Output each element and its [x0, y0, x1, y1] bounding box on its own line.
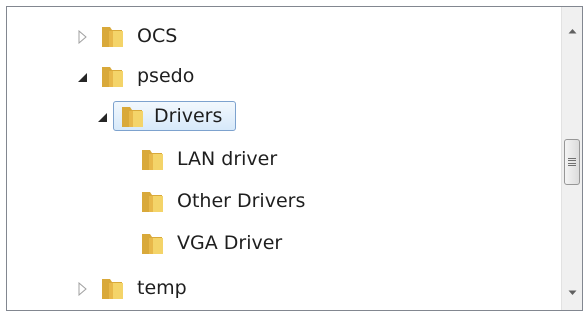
folder-icon [99, 24, 125, 50]
folder-icon [99, 64, 125, 90]
tree-node-label[interactable]: temp [132, 273, 192, 303]
scroll-up-button[interactable] [562, 17, 582, 39]
scroll-down-button[interactable] [562, 279, 582, 301]
arrow-up-icon [568, 19, 577, 38]
collapsed-expander-icon[interactable] [77, 30, 89, 44]
folder-icon [139, 147, 165, 173]
grip-icon [568, 157, 576, 167]
collapsed-expander-icon[interactable] [77, 282, 89, 296]
folder-icon [99, 276, 125, 302]
folder-icon [139, 189, 165, 215]
tree-node-label[interactable]: LAN driver [172, 144, 282, 174]
folder-icon [139, 231, 165, 257]
expanded-expander-icon[interactable] [97, 110, 109, 124]
scroll-thumb[interactable] [564, 139, 580, 185]
vertical-scrollbar[interactable] [561, 7, 582, 310]
folder-icon [119, 104, 145, 130]
folder-tree-view[interactable]: OCS psedo Drivers LAN driver Other Drive… [6, 6, 583, 311]
expanded-expander-icon[interactable] [77, 70, 89, 84]
tree-node-label[interactable]: OCS [132, 21, 182, 51]
arrow-down-icon [568, 281, 577, 300]
tree-node-label[interactable]: psedo [132, 61, 199, 91]
tree-node-label[interactable]: Other Drivers [172, 186, 310, 216]
tree-node-label-text: Drivers [154, 105, 223, 127]
tree-node-label[interactable]: VGA Driver [172, 228, 287, 258]
